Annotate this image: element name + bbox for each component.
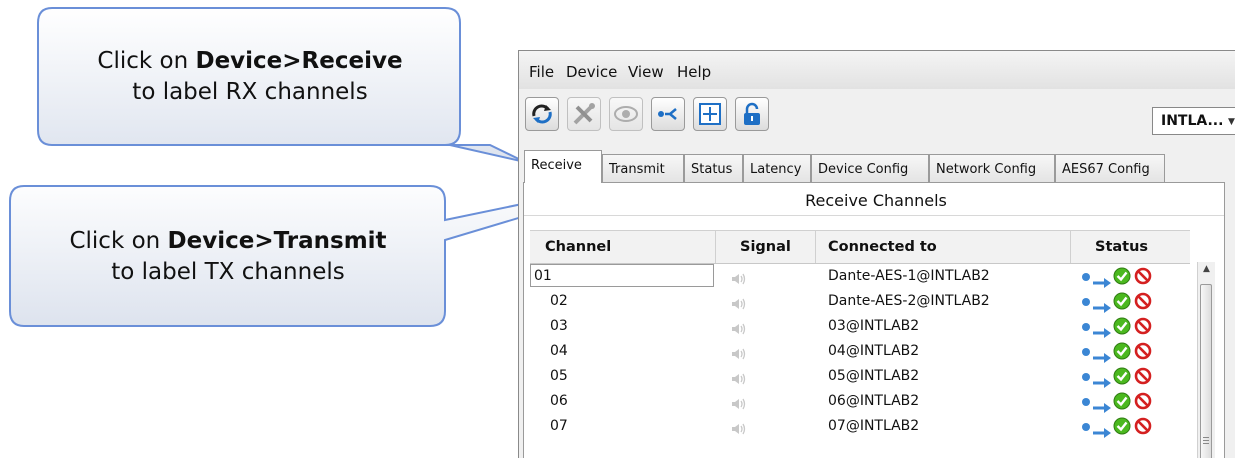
add-button[interactable]: [693, 97, 727, 131]
divider: [1070, 231, 1071, 263]
table-row[interactable]: 07 07@INTLAB2: [530, 414, 1190, 439]
table-row[interactable]: 04 04@INTLAB2: [530, 339, 1190, 364]
status-dot-icon: [1082, 373, 1090, 381]
divider: [815, 231, 816, 263]
unsubscribe-icon[interactable]: [1134, 342, 1152, 364]
callout-transmit-text: Click on Device>Transmit to label TX cha…: [69, 228, 387, 285]
channel-label[interactable]: 04: [550, 343, 568, 359]
status-dot-icon: [1082, 273, 1090, 281]
table-row[interactable]: 06 06@INTLAB2: [530, 389, 1190, 414]
channel-label[interactable]: 05: [550, 368, 568, 384]
unsubscribe-icon[interactable]: [1134, 292, 1152, 314]
unsubscribe-icon[interactable]: [1134, 392, 1152, 414]
connected-to-label: 03@INTLAB2: [828, 318, 920, 334]
speaker-icon: [731, 295, 747, 314]
check-ok-icon: [1113, 392, 1131, 414]
refresh-button[interactable]: [525, 97, 559, 131]
col-channel[interactable]: Channel: [545, 239, 611, 255]
channel-label[interactable]: 03: [550, 318, 568, 334]
arrow-right-icon: [1093, 423, 1111, 442]
dante-controller-window: File Device View Help INTLA... ▼ Receive…: [518, 50, 1235, 458]
chevron-down-icon[interactable]: ▼: [1228, 117, 1235, 127]
speaker-icon: [731, 420, 747, 439]
tab-transmit[interactable]: Transmit: [602, 154, 684, 182]
receive-channels-panel: Receive Channels Channel Signal Connecte…: [523, 182, 1229, 458]
eye-icon: [614, 106, 638, 122]
menu-device[interactable]: Device: [566, 63, 617, 81]
unsubscribe-icon[interactable]: [1134, 417, 1152, 439]
tab-latency[interactable]: Latency: [743, 154, 811, 182]
status-dot-icon: [1082, 398, 1090, 406]
tab-receive[interactable]: Receive: [524, 150, 602, 183]
connected-to-label: 05@INTLAB2: [828, 368, 920, 384]
connected-to-label: Dante-AES-2@INTLAB2: [828, 293, 990, 309]
table-row[interactable]: 05 05@INTLAB2: [530, 364, 1190, 389]
unlock-button[interactable]: [735, 97, 769, 131]
connected-to-label: 06@INTLAB2: [828, 393, 920, 409]
scroll-thumb[interactable]: [1200, 284, 1212, 458]
table-row[interactable]: 02 Dante-AES-2@INTLAB2: [530, 289, 1190, 314]
menu-help[interactable]: Help: [677, 63, 711, 81]
check-ok-icon: [1113, 292, 1131, 314]
table-header: Channel Signal Connected to Status: [530, 230, 1190, 264]
add-icon: [699, 103, 721, 125]
status-dot-icon: [1082, 323, 1090, 331]
connected-to-label: Dante-AES-1@INTLAB2: [828, 268, 990, 284]
tab-device-config[interactable]: Device Config: [811, 154, 929, 182]
col-status[interactable]: Status: [1095, 239, 1148, 255]
divider: [524, 215, 1228, 216]
menu-view[interactable]: View: [628, 63, 664, 81]
channel-label-input[interactable]: 01: [530, 264, 714, 287]
speaker-icon: [731, 345, 747, 364]
panel-title: Receive Channels: [805, 191, 947, 210]
menu-file[interactable]: File: [529, 63, 554, 81]
tab-aes67-config[interactable]: AES67 Config: [1055, 154, 1165, 182]
tools-icon: [573, 103, 595, 125]
routing-button[interactable]: [651, 97, 685, 131]
tab-status[interactable]: Status: [684, 154, 743, 182]
channel-label[interactable]: 02: [550, 293, 568, 309]
col-connected-to[interactable]: Connected to: [828, 239, 937, 255]
status-dot-icon: [1082, 298, 1090, 306]
side-panel-edge: [1224, 182, 1235, 458]
speaker-icon: [731, 395, 747, 414]
tools-button[interactable]: [567, 97, 601, 131]
menu-bar: File Device View Help: [519, 51, 1235, 90]
unsubscribe-icon[interactable]: [1134, 367, 1152, 389]
refresh-icon: [532, 104, 552, 124]
connected-to-label: 04@INTLAB2: [828, 343, 920, 359]
routing-icon: [658, 108, 677, 120]
status-dot-icon: [1082, 348, 1090, 356]
scroll-up-icon[interactable]: ▲: [1198, 264, 1215, 280]
speaker-icon: [731, 320, 747, 339]
check-ok-icon: [1113, 342, 1131, 364]
channel-label[interactable]: 07: [550, 418, 568, 434]
unsubscribe-icon[interactable]: [1134, 317, 1152, 339]
check-ok-icon: [1113, 367, 1131, 389]
unlock-icon: [744, 102, 760, 125]
divider: [715, 231, 716, 263]
col-signal[interactable]: Signal: [740, 239, 791, 255]
check-ok-icon: [1113, 317, 1131, 339]
channel-label[interactable]: 06: [550, 393, 568, 409]
tab-network-config[interactable]: Network Config: [929, 154, 1055, 182]
table-row[interactable]: 01 Dante-AES-1@INTLAB2: [530, 264, 1190, 289]
check-ok-icon: [1113, 417, 1131, 439]
unsubscribe-icon[interactable]: [1134, 267, 1152, 289]
toolbar: [519, 89, 1235, 139]
status-dot-icon: [1082, 423, 1090, 431]
table-row[interactable]: 03 03@INTLAB2: [530, 314, 1190, 339]
device-select[interactable]: INTLA...: [1152, 107, 1235, 135]
callout-receive-text: Click on Device>Receive to label RX chan…: [97, 48, 403, 105]
connected-to-label: 07@INTLAB2: [828, 418, 920, 434]
check-ok-icon: [1113, 267, 1131, 289]
speaker-icon: [731, 270, 747, 289]
vertical-scrollbar[interactable]: ▲: [1197, 262, 1215, 458]
speaker-icon: [731, 370, 747, 389]
eye-button[interactable]: [609, 97, 643, 131]
